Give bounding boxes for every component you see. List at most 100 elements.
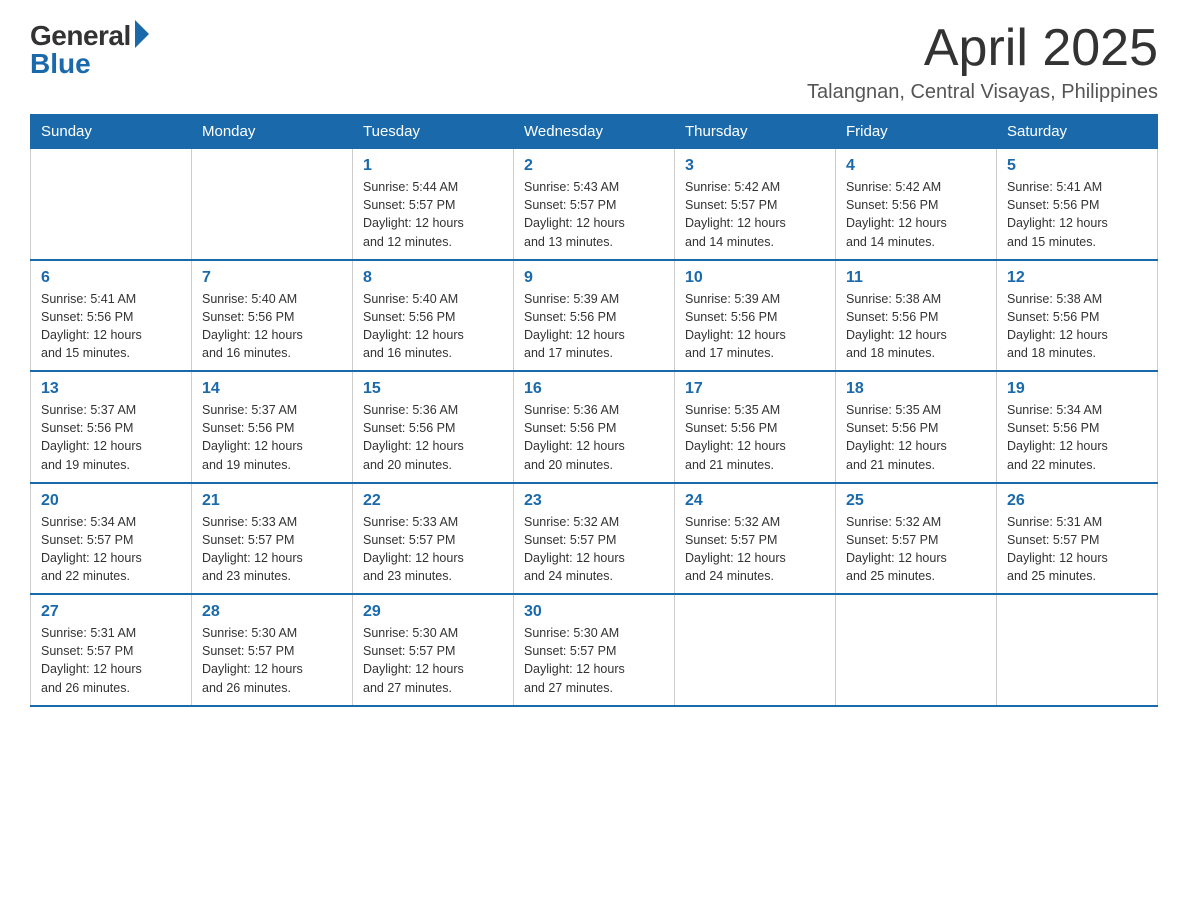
day-info: Sunrise: 5:39 AM Sunset: 5:56 PM Dayligh… — [524, 290, 664, 363]
day-number: 28 — [202, 603, 342, 621]
day-number: 7 — [202, 269, 342, 287]
calendar-table: SundayMondayTuesdayWednesdayThursdayFrid… — [30, 114, 1158, 707]
calendar-cell: 20 Sunrise: 5:34 AM Sunset: 5:57 PM Dayli… — [31, 483, 192, 595]
calendar-cell: 18 Sunrise: 5:35 AM Sunset: 5:56 PM Dayli… — [836, 371, 997, 483]
column-header-friday: Friday — [836, 115, 997, 149]
column-header-tuesday: Tuesday — [353, 115, 514, 149]
day-number: 5 — [1007, 157, 1147, 175]
month-title: April 2025 — [807, 20, 1158, 77]
day-number: 25 — [846, 492, 986, 510]
location-text: Talangnan, Central Visayas, Philippines — [807, 81, 1158, 104]
day-info: Sunrise: 5:32 AM Sunset: 5:57 PM Dayligh… — [685, 513, 825, 586]
day-info: Sunrise: 5:31 AM Sunset: 5:57 PM Dayligh… — [1007, 513, 1147, 586]
day-info: Sunrise: 5:30 AM Sunset: 5:57 PM Dayligh… — [363, 624, 503, 697]
calendar-cell: 21 Sunrise: 5:33 AM Sunset: 5:57 PM Dayli… — [192, 483, 353, 595]
day-info: Sunrise: 5:33 AM Sunset: 5:57 PM Dayligh… — [363, 513, 503, 586]
calendar-cell: 25 Sunrise: 5:32 AM Sunset: 5:57 PM Dayli… — [836, 483, 997, 595]
day-number: 24 — [685, 492, 825, 510]
day-number: 26 — [1007, 492, 1147, 510]
calendar-cell: 4Sunrise: 5:42 AM Sunset: 5:56 PM Daylig… — [836, 149, 997, 260]
day-info: Sunrise: 5:41 AM Sunset: 5:56 PM Dayligh… — [41, 290, 181, 363]
day-info: Sunrise: 5:34 AM Sunset: 5:56 PM Dayligh… — [1007, 401, 1147, 474]
calendar-cell: 1 Sunrise: 5:44 AM Sunset: 5:57 PM Daylig… — [353, 149, 514, 260]
calendar-cell: 9 Sunrise: 5:39 AM Sunset: 5:56 PM Daylig… — [514, 260, 675, 372]
day-number: 1 — [363, 157, 503, 175]
calendar-cell: 24 Sunrise: 5:32 AM Sunset: 5:57 PM Dayli… — [675, 483, 836, 595]
calendar-week-5: 27 Sunrise: 5:31 AM Sunset: 5:57 PM Dayli… — [31, 594, 1158, 706]
calendar-cell: 19 Sunrise: 5:34 AM Sunset: 5:56 PM Dayli… — [997, 371, 1158, 483]
logo-blue-text: Blue — [30, 48, 91, 80]
calendar-header: SundayMondayTuesdayWednesdayThursdayFrid… — [31, 115, 1158, 149]
day-info: Sunrise: 5:36 AM Sunset: 5:56 PM Dayligh… — [363, 401, 503, 474]
calendar-cell — [31, 149, 192, 260]
day-info: Sunrise: 5:32 AM Sunset: 5:57 PM Dayligh… — [524, 513, 664, 586]
day-number: 2 — [524, 157, 664, 175]
day-info: Sunrise: 5:33 AM Sunset: 5:57 PM Dayligh… — [202, 513, 342, 586]
calendar-cell: 6Sunrise: 5:41 AM Sunset: 5:56 PM Daylig… — [31, 260, 192, 372]
day-info: Sunrise: 5:43 AM Sunset: 5:57 PM Dayligh… — [524, 178, 664, 251]
day-info: Sunrise: 5:35 AM Sunset: 5:56 PM Dayligh… — [685, 401, 825, 474]
day-info: Sunrise: 5:40 AM Sunset: 5:56 PM Dayligh… — [363, 290, 503, 363]
day-number: 15 — [363, 380, 503, 398]
calendar-cell: 30 Sunrise: 5:30 AM Sunset: 5:57 PM Dayli… — [514, 594, 675, 706]
day-info: Sunrise: 5:38 AM Sunset: 5:56 PM Dayligh… — [1007, 290, 1147, 363]
day-number: 29 — [363, 603, 503, 621]
day-info: Sunrise: 5:30 AM Sunset: 5:57 PM Dayligh… — [524, 624, 664, 697]
calendar-cell: 13 Sunrise: 5:37 AM Sunset: 5:56 PM Dayli… — [31, 371, 192, 483]
day-number: 21 — [202, 492, 342, 510]
logo: General Blue — [30, 20, 149, 80]
calendar-cell — [997, 594, 1158, 706]
day-info: Sunrise: 5:37 AM Sunset: 5:56 PM Dayligh… — [41, 401, 181, 474]
calendar-body: 1 Sunrise: 5:44 AM Sunset: 5:57 PM Daylig… — [31, 149, 1158, 706]
day-info: Sunrise: 5:40 AM Sunset: 5:56 PM Dayligh… — [202, 290, 342, 363]
calendar-week-2: 6Sunrise: 5:41 AM Sunset: 5:56 PM Daylig… — [31, 260, 1158, 372]
day-number: 30 — [524, 603, 664, 621]
day-info: Sunrise: 5:36 AM Sunset: 5:56 PM Dayligh… — [524, 401, 664, 474]
calendar-cell: 22 Sunrise: 5:33 AM Sunset: 5:57 PM Dayli… — [353, 483, 514, 595]
day-number: 14 — [202, 380, 342, 398]
day-info: Sunrise: 5:35 AM Sunset: 5:56 PM Dayligh… — [846, 401, 986, 474]
day-number: 23 — [524, 492, 664, 510]
calendar-cell: 28 Sunrise: 5:30 AM Sunset: 5:57 PM Dayli… — [192, 594, 353, 706]
calendar-cell: 17 Sunrise: 5:35 AM Sunset: 5:56 PM Dayli… — [675, 371, 836, 483]
calendar-cell: 5 Sunrise: 5:41 AM Sunset: 5:56 PM Daylig… — [997, 149, 1158, 260]
calendar-cell: 26 Sunrise: 5:31 AM Sunset: 5:57 PM Dayli… — [997, 483, 1158, 595]
day-info: Sunrise: 5:30 AM Sunset: 5:57 PM Dayligh… — [202, 624, 342, 697]
day-number: 13 — [41, 380, 181, 398]
day-number: 9 — [524, 269, 664, 287]
day-number: 18 — [846, 380, 986, 398]
calendar-cell: 29 Sunrise: 5:30 AM Sunset: 5:57 PM Dayli… — [353, 594, 514, 706]
calendar-cell — [192, 149, 353, 260]
column-header-wednesday: Wednesday — [514, 115, 675, 149]
day-number: 17 — [685, 380, 825, 398]
day-number: 16 — [524, 380, 664, 398]
calendar-cell: 23 Sunrise: 5:32 AM Sunset: 5:57 PM Dayli… — [514, 483, 675, 595]
column-header-saturday: Saturday — [997, 115, 1158, 149]
column-header-thursday: Thursday — [675, 115, 836, 149]
calendar-cell: 27 Sunrise: 5:31 AM Sunset: 5:57 PM Dayli… — [31, 594, 192, 706]
day-info: Sunrise: 5:31 AM Sunset: 5:57 PM Dayligh… — [41, 624, 181, 697]
logo-triangle-icon — [135, 20, 149, 48]
calendar-cell: 14Sunrise: 5:37 AM Sunset: 5:56 PM Dayli… — [192, 371, 353, 483]
calendar-cell: 2 Sunrise: 5:43 AM Sunset: 5:57 PM Daylig… — [514, 149, 675, 260]
calendar-week-4: 20 Sunrise: 5:34 AM Sunset: 5:57 PM Dayli… — [31, 483, 1158, 595]
calendar-cell: 12Sunrise: 5:38 AM Sunset: 5:56 PM Dayli… — [997, 260, 1158, 372]
calendar-week-3: 13 Sunrise: 5:37 AM Sunset: 5:56 PM Dayli… — [31, 371, 1158, 483]
day-number: 27 — [41, 603, 181, 621]
day-info: Sunrise: 5:42 AM Sunset: 5:57 PM Dayligh… — [685, 178, 825, 251]
day-info: Sunrise: 5:44 AM Sunset: 5:57 PM Dayligh… — [363, 178, 503, 251]
day-number: 22 — [363, 492, 503, 510]
title-block: April 2025 Talangnan, Central Visayas, P… — [807, 20, 1158, 104]
day-info: Sunrise: 5:42 AM Sunset: 5:56 PM Dayligh… — [846, 178, 986, 251]
day-number: 11 — [846, 269, 986, 287]
day-number: 3 — [685, 157, 825, 175]
day-info: Sunrise: 5:34 AM Sunset: 5:57 PM Dayligh… — [41, 513, 181, 586]
day-info: Sunrise: 5:32 AM Sunset: 5:57 PM Dayligh… — [846, 513, 986, 586]
column-header-monday: Monday — [192, 115, 353, 149]
day-number: 20 — [41, 492, 181, 510]
day-number: 8 — [363, 269, 503, 287]
day-number: 19 — [1007, 380, 1147, 398]
calendar-cell: 7 Sunrise: 5:40 AM Sunset: 5:56 PM Daylig… — [192, 260, 353, 372]
calendar-cell: 15 Sunrise: 5:36 AM Sunset: 5:56 PM Dayli… — [353, 371, 514, 483]
day-info: Sunrise: 5:41 AM Sunset: 5:56 PM Dayligh… — [1007, 178, 1147, 251]
